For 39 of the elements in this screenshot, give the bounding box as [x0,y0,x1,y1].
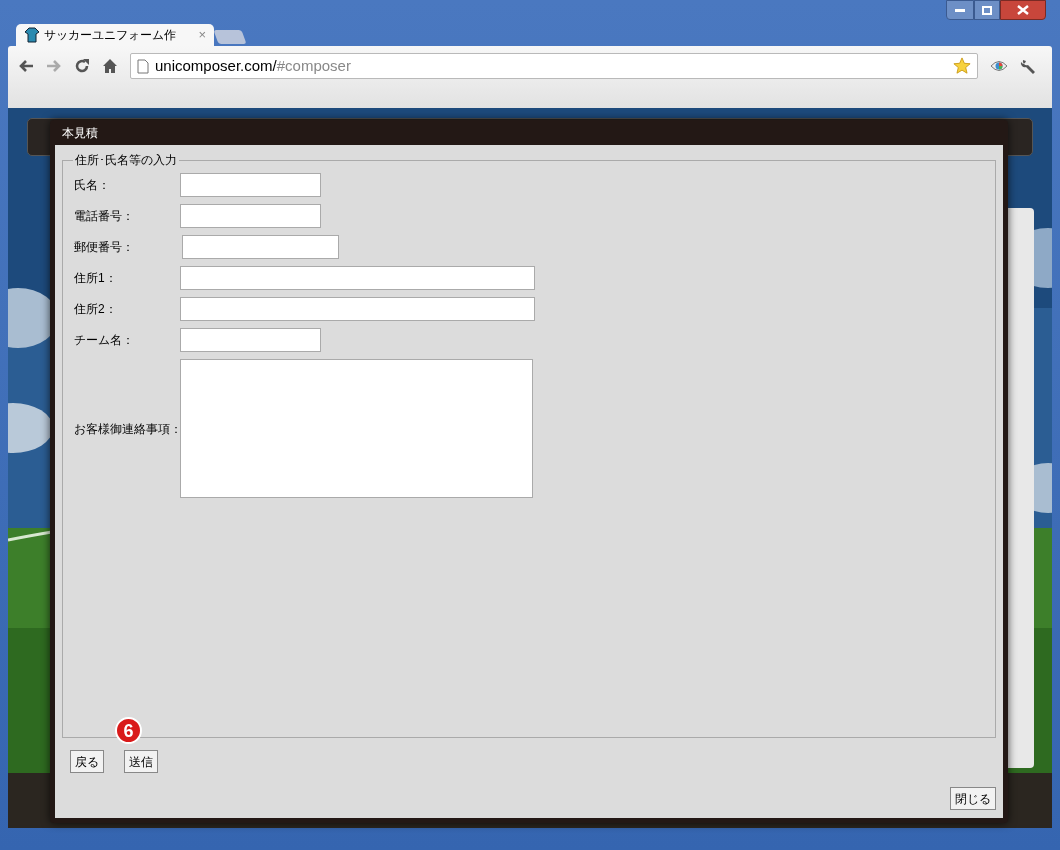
input-field[interactable] [180,173,321,197]
back-icon[interactable] [18,59,34,73]
form-button[interactable]: 戻る [70,750,104,773]
maximize-button[interactable] [974,0,1000,20]
form-button[interactable]: 送信 [124,750,158,773]
close-dialog-button[interactable]: 閉じる [950,787,996,810]
fieldset-legend: 住所･氏名等の入力 [73,151,179,169]
tab-title: サッカーユニフォーム作 [44,27,176,44]
home-icon[interactable] [102,58,118,74]
step-badge: 6 [115,717,142,744]
star-icon[interactable] [953,57,971,75]
input-field[interactable] [180,328,321,352]
field-label: 住所2： [73,301,118,318]
input-field[interactable] [180,266,535,290]
minimize-button[interactable] [946,0,974,20]
page-icon [137,58,149,74]
eye-icon[interactable] [990,60,1008,72]
wrench-icon[interactable] [1020,57,1037,75]
minimize-icon [955,8,965,12]
field-label: チーム名： [73,332,135,349]
input-field[interactable] [180,297,535,321]
close-button[interactable] [1000,0,1046,20]
reload-icon[interactable] [74,58,90,74]
field-label: 郵便番号： [73,239,135,256]
close-icon [1017,5,1029,15]
field-label: 電話番号： [73,208,135,225]
input-field[interactable] [180,204,321,228]
address-bar[interactable]: unicomposer.com/#composer [130,53,978,79]
maximize-icon [982,5,992,15]
new-tab-button[interactable] [213,30,247,44]
field-label: 氏名： [73,177,111,194]
url-text: unicomposer.com/#composer [155,55,351,76]
dialog-title: 本見積 [62,124,98,142]
input-field[interactable] [182,235,339,259]
field-label: お客様御連絡事項： [73,420,180,438]
forward-icon[interactable] [46,59,62,73]
browser-tab[interactable]: サッカーユニフォーム作 × [16,24,214,46]
field-label: 住所1： [73,270,118,287]
shirt-icon [24,27,40,43]
